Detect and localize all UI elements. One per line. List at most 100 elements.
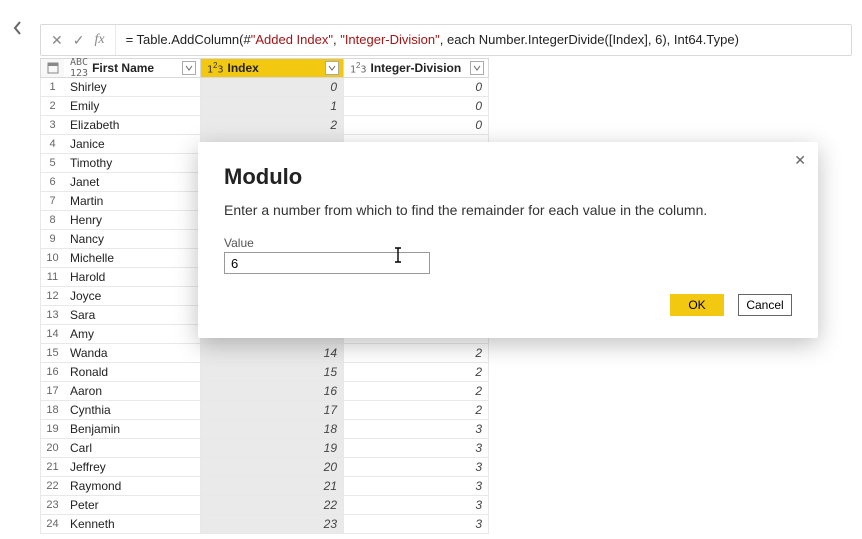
cell-first-name[interactable]: Kenneth <box>64 515 201 534</box>
cell-intdiv[interactable]: 3 <box>344 420 489 439</box>
table-row[interactable]: 16Ronald152 <box>40 363 862 382</box>
cell-first-name[interactable]: Janet <box>64 173 201 192</box>
cell-intdiv[interactable]: 3 <box>344 458 489 477</box>
cell-first-name[interactable]: Aaron <box>64 382 201 401</box>
formula-cancel-icon[interactable]: ✕ <box>51 32 63 49</box>
cell-first-name[interactable]: Cynthia <box>64 401 201 420</box>
cell-first-name[interactable]: Nancy <box>64 230 201 249</box>
column-label: First Name <box>92 61 182 75</box>
filter-dropdown-icon[interactable] <box>470 61 484 75</box>
cell-intdiv[interactable]: 3 <box>344 439 489 458</box>
row-number: 19 <box>40 420 64 439</box>
cell-index[interactable]: 14 <box>201 344 344 363</box>
cell-first-name[interactable]: Elizabeth <box>64 116 201 135</box>
cell-index[interactable]: 17 <box>201 401 344 420</box>
row-number: 6 <box>40 173 64 192</box>
cell-intdiv[interactable]: 2 <box>344 382 489 401</box>
table-row[interactable]: 1Shirley00 <box>40 78 862 97</box>
column-header-intdiv[interactable]: 123Integer-Division <box>344 58 489 78</box>
row-number: 20 <box>40 439 64 458</box>
table-row[interactable]: 20Carl193 <box>40 439 862 458</box>
table-row[interactable]: 3Elizabeth20 <box>40 116 862 135</box>
cell-index[interactable]: 2 <box>201 116 344 135</box>
table-row[interactable]: 23Peter223 <box>40 496 862 515</box>
cell-first-name[interactable]: Wanda <box>64 344 201 363</box>
row-number: 24 <box>40 515 64 534</box>
close-icon[interactable]: ✕ <box>794 152 806 169</box>
row-number: 17 <box>40 382 64 401</box>
cell-index[interactable]: 15 <box>201 363 344 382</box>
cell-first-name[interactable]: Emily <box>64 97 201 116</box>
cell-first-name[interactable]: Martin <box>64 192 201 211</box>
dialog-description: Enter a number from which to find the re… <box>224 202 792 218</box>
column-header-index[interactable]: 123Index <box>201 58 344 78</box>
cell-intdiv[interactable]: 2 <box>344 401 489 420</box>
modulo-dialog: ✕ Modulo Enter a number from which to fi… <box>198 142 818 338</box>
cell-first-name[interactable]: Carl <box>64 439 201 458</box>
back-button[interactable] <box>0 0 36 56</box>
cell-first-name[interactable]: Harold <box>64 268 201 287</box>
cell-intdiv[interactable]: 3 <box>344 515 489 534</box>
table-row[interactable]: 18Cynthia172 <box>40 401 862 420</box>
cell-index[interactable]: 0 <box>201 78 344 97</box>
formula-accept-icon[interactable]: ✓ <box>73 32 85 49</box>
cell-first-name[interactable]: Michelle <box>64 249 201 268</box>
cell-index[interactable]: 18 <box>201 420 344 439</box>
table-row[interactable]: 19Benjamin183 <box>40 420 862 439</box>
cell-index[interactable]: 1 <box>201 97 344 116</box>
cell-index[interactable]: 23 <box>201 515 344 534</box>
row-number: 23 <box>40 496 64 515</box>
row-number: 11 <box>40 268 64 287</box>
cell-index[interactable]: 16 <box>201 382 344 401</box>
row-number: 16 <box>40 363 64 382</box>
row-number: 3 <box>40 116 64 135</box>
cell-first-name[interactable]: Timothy <box>64 154 201 173</box>
filter-dropdown-icon[interactable] <box>325 61 339 75</box>
cell-intdiv[interactable]: 3 <box>344 496 489 515</box>
row-number: 14 <box>40 325 64 344</box>
cell-index[interactable]: 19 <box>201 439 344 458</box>
table-row[interactable]: 15Wanda142 <box>40 344 862 363</box>
fx-icon[interactable]: fx <box>94 32 104 48</box>
cell-intdiv[interactable]: 2 <box>344 363 489 382</box>
row-number: 1 <box>40 78 64 97</box>
table-row[interactable]: 22Raymond213 <box>40 477 862 496</box>
cell-intdiv[interactable]: 2 <box>344 344 489 363</box>
cell-intdiv[interactable]: 0 <box>344 78 489 97</box>
row-number: 4 <box>40 135 64 154</box>
cell-intdiv[interactable]: 0 <box>344 116 489 135</box>
cell-first-name[interactable]: Benjamin <box>64 420 201 439</box>
table-corner-icon[interactable] <box>40 58 64 78</box>
cell-first-name[interactable]: Peter <box>64 496 201 515</box>
cell-first-name[interactable]: Amy <box>64 325 201 344</box>
cell-first-name[interactable]: Henry <box>64 211 201 230</box>
cell-first-name[interactable]: Janice <box>64 135 201 154</box>
row-number: 12 <box>40 287 64 306</box>
cell-intdiv[interactable]: 3 <box>344 477 489 496</box>
formula-text[interactable]: = Table.AddColumn(#"Added Index", "Integ… <box>116 32 851 48</box>
row-number: 13 <box>40 306 64 325</box>
cell-index[interactable]: 20 <box>201 458 344 477</box>
cancel-button[interactable]: Cancel <box>738 294 792 316</box>
ok-button[interactable]: OK <box>670 294 724 316</box>
cell-first-name[interactable]: Sara <box>64 306 201 325</box>
cell-first-name[interactable]: Raymond <box>64 477 201 496</box>
table-row[interactable]: 17Aaron162 <box>40 382 862 401</box>
row-number: 2 <box>40 97 64 116</box>
row-number: 9 <box>40 230 64 249</box>
table-row[interactable]: 2Emily10 <box>40 97 862 116</box>
table-row[interactable]: 21Jeffrey203 <box>40 458 862 477</box>
cell-first-name[interactable]: Joyce <box>64 287 201 306</box>
filter-dropdown-icon[interactable] <box>182 61 196 75</box>
cell-intdiv[interactable]: 0 <box>344 97 489 116</box>
table-row[interactable]: 24Kenneth233 <box>40 515 862 534</box>
cell-first-name[interactable]: Ronald <box>64 363 201 382</box>
type-icon: 123 <box>350 61 367 75</box>
cell-first-name[interactable]: Jeffrey <box>64 458 201 477</box>
cell-index[interactable]: 22 <box>201 496 344 515</box>
value-input[interactable] <box>224 252 430 274</box>
cell-first-name[interactable]: Shirley <box>64 78 201 97</box>
cell-index[interactable]: 21 <box>201 477 344 496</box>
column-header-first_name[interactable]: ABC123First Name <box>64 58 201 78</box>
row-number: 10 <box>40 249 64 268</box>
